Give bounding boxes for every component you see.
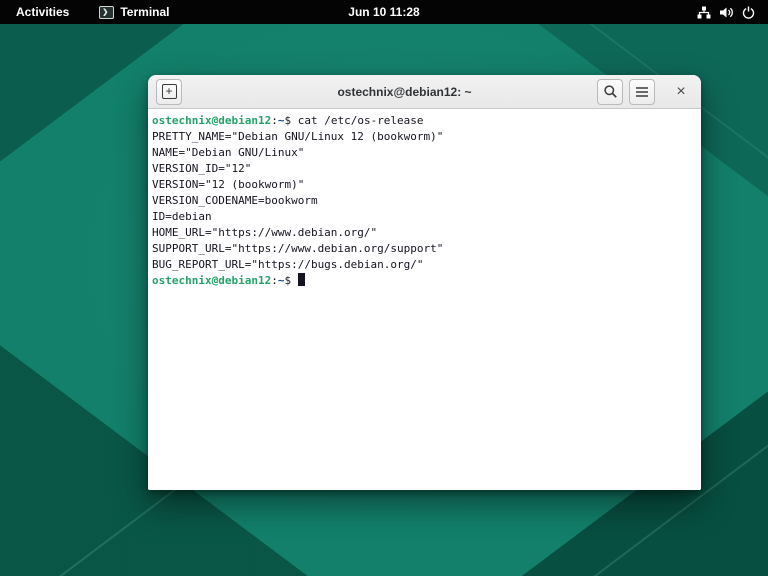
- hamburger-menu-icon: [635, 86, 649, 98]
- screen: Activities Terminal Jun 10 11:28: [0, 0, 768, 576]
- headerbar-right: ×: [597, 78, 693, 105]
- terminal-line: NAME="Debian GNU/Linux": [152, 146, 305, 159]
- terminal-line: ID=debian: [152, 210, 212, 223]
- terminal-cursor: [297, 273, 305, 286]
- close-button[interactable]: ×: [669, 80, 693, 104]
- system-status-area[interactable]: [694, 4, 768, 20]
- terminal-line: BUG_REPORT_URL="https://bugs.debian.org/…: [152, 258, 424, 271]
- terminal-line: VERSION="12 (bookworm)": [152, 178, 305, 191]
- search-button[interactable]: [597, 78, 623, 105]
- terminal-line: PRETTY_NAME="Debian GNU/Linux 12 (bookwo…: [152, 130, 444, 143]
- new-tab-button[interactable]: +: [156, 78, 182, 105]
- top-bar: Activities Terminal Jun 10 11:28: [0, 0, 768, 24]
- terminal-line: HOME_URL="https://www.debian.org/": [152, 226, 378, 239]
- window-title: ostechnix@debian12: ~: [337, 84, 472, 99]
- power-icon: [738, 4, 758, 20]
- terminal-window: + ostechnix@debian12: ~ × ostechnix@debi…: [148, 75, 701, 490]
- terminal-output[interactable]: ostechnix@debian12:~$ cat /etc/os-releas…: [148, 109, 701, 490]
- clock-button[interactable]: Jun 10 11:28: [344, 3, 423, 21]
- app-menu-terminal[interactable]: Terminal: [95, 3, 173, 21]
- terminal-command-line: ostechnix@debian12:~$ cat /etc/os-releas…: [152, 114, 424, 127]
- terminal-line: SUPPORT_URL="https://www.debian.org/supp…: [152, 242, 444, 255]
- network-icon: [694, 4, 714, 20]
- terminal-prompt-line: ostechnix@debian12:~$: [152, 273, 697, 289]
- app-menu-label: Terminal: [120, 5, 170, 19]
- menu-button[interactable]: [629, 78, 655, 105]
- search-icon: [603, 84, 618, 99]
- terminal-line: VERSION_ID="12": [152, 162, 252, 175]
- activities-button[interactable]: Activities: [12, 3, 73, 21]
- terminal-line: VERSION_CODENAME=bookworm: [152, 194, 318, 207]
- terminal-icon: [99, 5, 115, 19]
- new-tab-icon: +: [161, 84, 177, 99]
- volume-icon: [716, 4, 736, 20]
- terminal-headerbar[interactable]: + ostechnix@debian12: ~ ×: [148, 75, 701, 109]
